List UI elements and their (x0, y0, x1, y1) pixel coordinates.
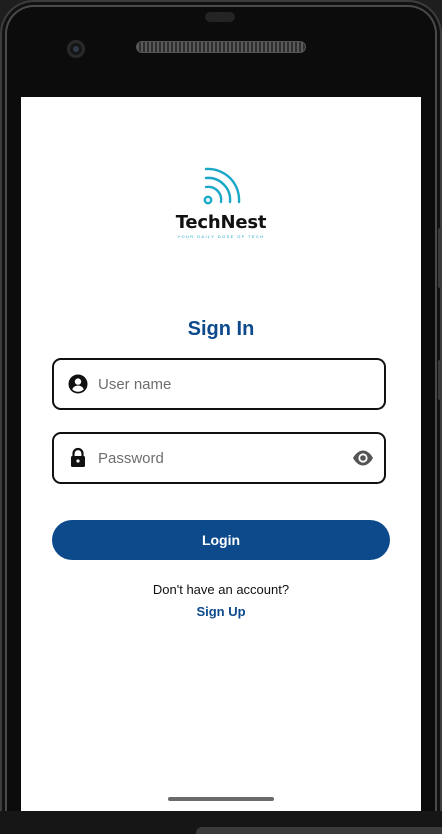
brand-tagline: YOUR DAILY DOSE OF TECH (177, 234, 265, 239)
earpiece-grill (136, 41, 306, 53)
page-title: Sign In (187, 318, 255, 340)
wifi-signal-icon (203, 167, 241, 205)
front-camera (67, 40, 85, 58)
power-button (438, 360, 442, 400)
signup-link[interactable]: Sign Up (181, 603, 261, 621)
brand-logo: TechNest YOUR DAILY DOSE OF TECH (171, 165, 271, 239)
app-screen: TechNest YOUR DAILY DOSE OF TECH Sign In (21, 97, 421, 811)
lock-icon (71, 447, 85, 467)
top-speaker (205, 12, 235, 22)
home-indicator[interactable] (168, 797, 274, 801)
device-stage: TechNest YOUR DAILY DOSE OF TECH Sign In (0, 0, 442, 834)
volume-button (438, 228, 442, 288)
window-edge (196, 827, 442, 834)
eye-icon[interactable] (352, 449, 374, 467)
password-input[interactable] (98, 444, 338, 472)
phone-frame: TechNest YOUR DAILY DOSE OF TECH Sign In (0, 0, 442, 834)
brand-name: TechNest (175, 212, 267, 233)
user-circle-icon (68, 374, 88, 394)
username-field[interactable] (52, 358, 386, 410)
login-button[interactable]: Login (52, 520, 390, 560)
username-input[interactable] (98, 370, 338, 398)
password-field[interactable] (52, 432, 386, 484)
no-account-text: Don't have an account? (152, 582, 290, 597)
